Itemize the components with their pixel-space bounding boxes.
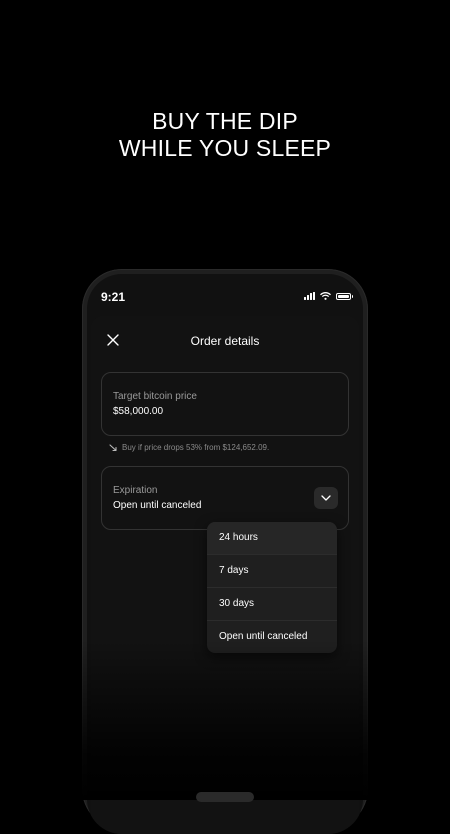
- expiration-field[interactable]: Expiration Open until canceled: [101, 466, 349, 530]
- phone-frame: 9:21 Order details Target bitcoin price …: [82, 269, 368, 834]
- dropdown-option-30-days[interactable]: 30 days: [207, 588, 337, 621]
- dropdown-option-7-days[interactable]: 7 days: [207, 555, 337, 588]
- expiration-value: Open until canceled: [113, 500, 202, 511]
- dropdown-option-24-hours[interactable]: 24 hours: [207, 522, 337, 555]
- target-price-field[interactable]: Target bitcoin price $58,000.00: [101, 372, 349, 436]
- wifi-icon: [320, 292, 331, 300]
- home-indicator: [196, 792, 254, 802]
- order-details-sheet: Order details Target bitcoin price $58,0…: [91, 316, 359, 834]
- trend-down-arrow-icon: [109, 443, 117, 451]
- status-time: 9:21: [101, 290, 126, 304]
- dropdown-option-open-until-canceled[interactable]: Open until canceled: [207, 621, 337, 653]
- price-drop-hint-text: Buy if price drops 53% from $124,652.09.: [122, 443, 270, 452]
- promo-headline: BUY THE DIP WHILE YOU SLEEP: [0, 108, 450, 162]
- target-price-value: $58,000.00: [113, 406, 164, 417]
- expiration-label: Expiration: [113, 485, 158, 496]
- headline-line-2: WHILE YOU SLEEP: [118, 135, 332, 161]
- status-bar: 9:21: [87, 274, 363, 314]
- signal-icon: [304, 292, 315, 300]
- status-icons: [304, 292, 353, 300]
- expiration-dropdown-button[interactable]: [314, 487, 338, 509]
- target-price-label: Target bitcoin price: [113, 391, 197, 402]
- battery-icon: [336, 292, 353, 300]
- chevron-down-icon: [321, 495, 331, 501]
- phone-screen: 9:21 Order details Target bitcoin price …: [87, 274, 363, 834]
- sheet-title: Order details: [190, 334, 260, 348]
- headline-line-1: BUY THE DIP: [152, 108, 298, 134]
- price-drop-hint: Buy if price drops 53% from $124,652.09.: [109, 443, 269, 452]
- expiration-dropdown-menu: 24 hours 7 days 30 days Open until cance…: [207, 522, 337, 653]
